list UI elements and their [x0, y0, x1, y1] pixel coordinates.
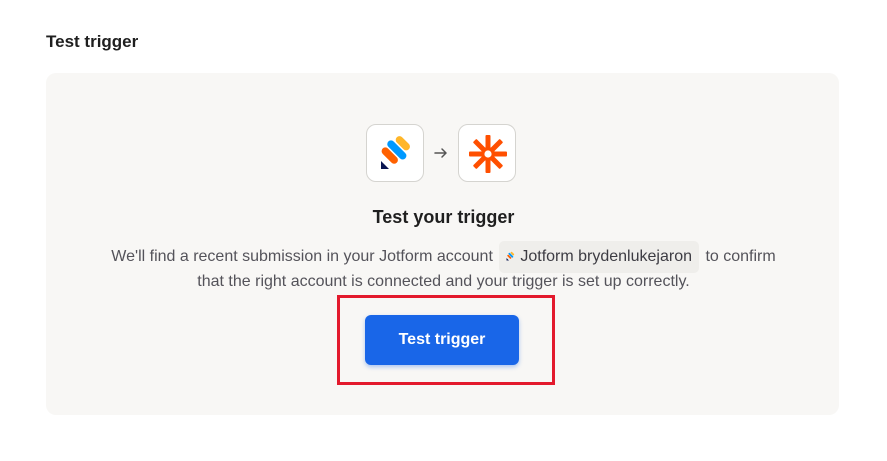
description-part-1: We'll find a recent submission in your J… — [111, 248, 493, 266]
description-line-2: that the right account is connected and … — [197, 273, 690, 290]
jotform-app-icon — [366, 124, 424, 182]
zapier-app-icon — [458, 124, 516, 182]
zapier-icon — [469, 135, 507, 173]
jotform-icon — [506, 251, 515, 261]
account-chip: Jotform brydenlukejaron — [499, 241, 699, 273]
test-your-trigger-heading: Test your trigger — [372, 207, 515, 227]
test-trigger-button[interactable]: Test trigger — [365, 315, 519, 365]
description-part-2: to confirm — [705, 248, 776, 266]
jotform-icon — [381, 136, 410, 169]
section-title: Test trigger — [46, 32, 139, 51]
arrow-right-icon — [434, 148, 447, 158]
description-line-1: We'll find a recent submission in your J… — [0, 241, 887, 273]
account-chip-label: Jotform brydenlukejaron — [520, 248, 692, 265]
